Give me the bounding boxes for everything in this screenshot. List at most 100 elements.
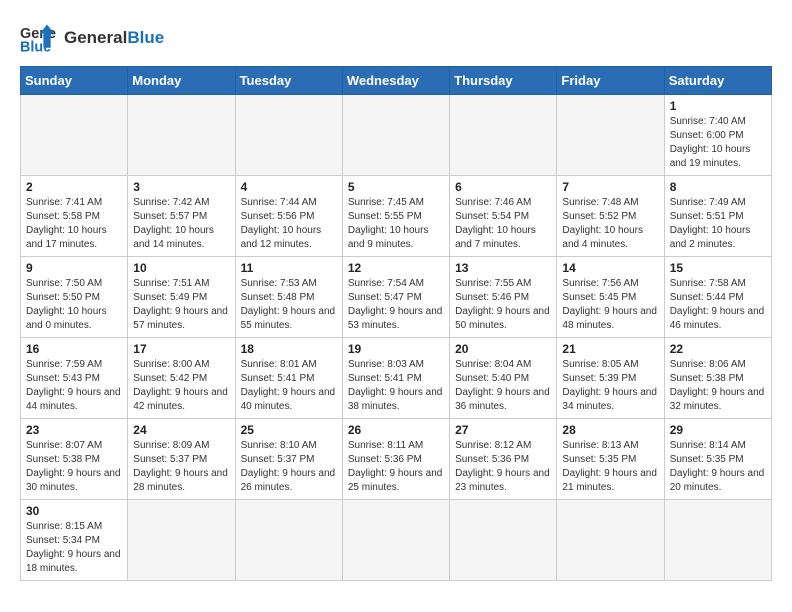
day-number: 13	[455, 261, 551, 275]
day-info: Sunrise: 7:48 AM Sunset: 5:52 PM Dayligh…	[562, 196, 658, 252]
day-info: Sunrise: 7:49 AM Sunset: 5:51 PM Dayligh…	[670, 196, 766, 252]
weekday-header-tuesday: Tuesday	[235, 67, 342, 95]
day-cell: 4 Sunrise: 7:44 AM Sunset: 5:56 PM Daylig…	[235, 176, 342, 257]
day-info: Sunrise: 7:45 AM Sunset: 5:55 PM Dayligh…	[348, 196, 444, 252]
day-cell: 7 Sunrise: 7:48 AM Sunset: 5:52 PM Daylig…	[557, 176, 664, 257]
day-info: Sunrise: 8:15 AM Sunset: 5:34 PM Dayligh…	[26, 520, 122, 576]
day-cell	[557, 95, 664, 176]
day-cell	[664, 500, 771, 581]
logo-text: GeneralBlue	[64, 28, 164, 48]
day-cell: 9 Sunrise: 7:50 AM Sunset: 5:50 PM Daylig…	[21, 257, 128, 338]
day-info: Sunrise: 8:00 AM Sunset: 5:42 PM Dayligh…	[133, 358, 229, 414]
day-number: 28	[562, 423, 658, 437]
day-number: 25	[241, 423, 337, 437]
day-cell: 24Sunrise: 8:09 AM Sunset: 5:37 PM Dayli…	[128, 419, 235, 500]
day-cell: 22Sunrise: 8:06 AM Sunset: 5:38 PM Dayli…	[664, 338, 771, 419]
day-cell	[557, 500, 664, 581]
day-info: Sunrise: 7:56 AM Sunset: 5:45 PM Dayligh…	[562, 277, 658, 333]
day-cell: 2 Sunrise: 7:41 AM Sunset: 5:58 PM Daylig…	[21, 176, 128, 257]
day-number: 19	[348, 342, 444, 356]
day-number: 16	[26, 342, 122, 356]
day-cell: 13 Sunrise: 7:55 AM Sunset: 5:46 PM Dayli…	[450, 257, 557, 338]
week-row-1: 1Sunrise: 7:40 AM Sunset: 6:00 PM Daylig…	[21, 95, 772, 176]
day-number: 11	[241, 261, 337, 275]
day-cell: 15Sunrise: 7:58 AM Sunset: 5:44 PM Dayli…	[664, 257, 771, 338]
day-cell	[342, 500, 449, 581]
day-info: Sunrise: 8:13 AM Sunset: 5:35 PM Dayligh…	[562, 439, 658, 495]
day-info: Sunrise: 7:46 AM Sunset: 5:54 PM Dayligh…	[455, 196, 551, 252]
weekday-header-friday: Friday	[557, 67, 664, 95]
day-cell	[21, 95, 128, 176]
day-info: Sunrise: 8:04 AM Sunset: 5:40 PM Dayligh…	[455, 358, 551, 414]
day-info: Sunrise: 7:50 AM Sunset: 5:50 PM Dayligh…	[26, 277, 122, 333]
day-cell	[450, 95, 557, 176]
day-number: 17	[133, 342, 229, 356]
weekday-header-wednesday: Wednesday	[342, 67, 449, 95]
day-info: Sunrise: 8:05 AM Sunset: 5:39 PM Dayligh…	[562, 358, 658, 414]
day-cell: 25 Sunrise: 8:10 AM Sunset: 5:37 PM Dayli…	[235, 419, 342, 500]
day-cell: 10Sunrise: 7:51 AM Sunset: 5:49 PM Dayli…	[128, 257, 235, 338]
weekday-header-thursday: Thursday	[450, 67, 557, 95]
day-number: 23	[26, 423, 122, 437]
day-number: 18	[241, 342, 337, 356]
day-number: 12	[348, 261, 444, 275]
day-cell: 1Sunrise: 7:40 AM Sunset: 6:00 PM Daylig…	[664, 95, 771, 176]
calendar-table: SundayMondayTuesdayWednesdayThursdayFrid…	[20, 66, 772, 581]
day-cell: 17 Sunrise: 8:00 AM Sunset: 5:42 PM Dayli…	[128, 338, 235, 419]
day-number: 9	[26, 261, 122, 275]
day-cell	[235, 500, 342, 581]
day-number: 8	[670, 180, 766, 194]
day-number: 22	[670, 342, 766, 356]
day-cell	[128, 95, 235, 176]
weekday-header-monday: Monday	[128, 67, 235, 95]
day-cell: 3Sunrise: 7:42 AM Sunset: 5:57 PM Daylig…	[128, 176, 235, 257]
day-cell: 6 Sunrise: 7:46 AM Sunset: 5:54 PM Daylig…	[450, 176, 557, 257]
day-info: Sunrise: 7:54 AM Sunset: 5:47 PM Dayligh…	[348, 277, 444, 333]
day-info: Sunrise: 7:44 AM Sunset: 5:56 PM Dayligh…	[241, 196, 337, 252]
day-number: 4	[241, 180, 337, 194]
day-info: Sunrise: 7:41 AM Sunset: 5:58 PM Dayligh…	[26, 196, 122, 252]
day-info: Sunrise: 8:10 AM Sunset: 5:37 PM Dayligh…	[241, 439, 337, 495]
day-number: 5	[348, 180, 444, 194]
day-cell: 18Sunrise: 8:01 AM Sunset: 5:41 PM Dayli…	[235, 338, 342, 419]
day-info: Sunrise: 8:12 AM Sunset: 5:36 PM Dayligh…	[455, 439, 551, 495]
day-cell: 19 Sunrise: 8:03 AM Sunset: 5:41 PM Dayli…	[342, 338, 449, 419]
day-cell: 14Sunrise: 7:56 AM Sunset: 5:45 PM Dayli…	[557, 257, 664, 338]
day-cell: 12 Sunrise: 7:54 AM Sunset: 5:47 PM Dayli…	[342, 257, 449, 338]
day-cell	[235, 95, 342, 176]
day-cell	[450, 500, 557, 581]
day-number: 7	[562, 180, 658, 194]
day-cell: 23Sunrise: 8:07 AM Sunset: 5:38 PM Dayli…	[21, 419, 128, 500]
day-info: Sunrise: 7:59 AM Sunset: 5:43 PM Dayligh…	[26, 358, 122, 414]
day-number: 20	[455, 342, 551, 356]
week-row-2: 2 Sunrise: 7:41 AM Sunset: 5:58 PM Daylig…	[21, 176, 772, 257]
week-row-3: 9 Sunrise: 7:50 AM Sunset: 5:50 PM Daylig…	[21, 257, 772, 338]
day-cell: 27Sunrise: 8:12 AM Sunset: 5:36 PM Dayli…	[450, 419, 557, 500]
day-number: 24	[133, 423, 229, 437]
day-number: 6	[455, 180, 551, 194]
logo-icon: General Blue	[20, 20, 56, 56]
day-number: 26	[348, 423, 444, 437]
day-number: 2	[26, 180, 122, 194]
day-cell: 21Sunrise: 8:05 AM Sunset: 5:39 PM Dayli…	[557, 338, 664, 419]
day-info: Sunrise: 7:40 AM Sunset: 6:00 PM Dayligh…	[670, 115, 766, 171]
day-cell	[342, 95, 449, 176]
day-cell: 28 Sunrise: 8:13 AM Sunset: 5:35 PM Dayli…	[557, 419, 664, 500]
day-cell: 11Sunrise: 7:53 AM Sunset: 5:48 PM Dayli…	[235, 257, 342, 338]
day-number: 29	[670, 423, 766, 437]
week-row-4: 16 Sunrise: 7:59 AM Sunset: 5:43 PM Dayli…	[21, 338, 772, 419]
day-info: Sunrise: 8:03 AM Sunset: 5:41 PM Dayligh…	[348, 358, 444, 414]
weekday-header-row: SundayMondayTuesdayWednesdayThursdayFrid…	[21, 67, 772, 95]
day-cell: 29Sunrise: 8:14 AM Sunset: 5:35 PM Dayli…	[664, 419, 771, 500]
day-info: Sunrise: 7:55 AM Sunset: 5:46 PM Dayligh…	[455, 277, 551, 333]
day-cell: 26Sunrise: 8:11 AM Sunset: 5:36 PM Dayli…	[342, 419, 449, 500]
day-cell: 30Sunrise: 8:15 AM Sunset: 5:34 PM Dayli…	[21, 500, 128, 581]
page-header: General Blue GeneralBlue	[20, 20, 772, 56]
week-row-6: 30Sunrise: 8:15 AM Sunset: 5:34 PM Dayli…	[21, 500, 772, 581]
day-cell: 20 Sunrise: 8:04 AM Sunset: 5:40 PM Dayli…	[450, 338, 557, 419]
day-info: Sunrise: 7:51 AM Sunset: 5:49 PM Dayligh…	[133, 277, 229, 333]
day-info: Sunrise: 7:58 AM Sunset: 5:44 PM Dayligh…	[670, 277, 766, 333]
day-cell	[128, 500, 235, 581]
day-cell: 16 Sunrise: 7:59 AM Sunset: 5:43 PM Dayli…	[21, 338, 128, 419]
week-row-5: 23Sunrise: 8:07 AM Sunset: 5:38 PM Dayli…	[21, 419, 772, 500]
